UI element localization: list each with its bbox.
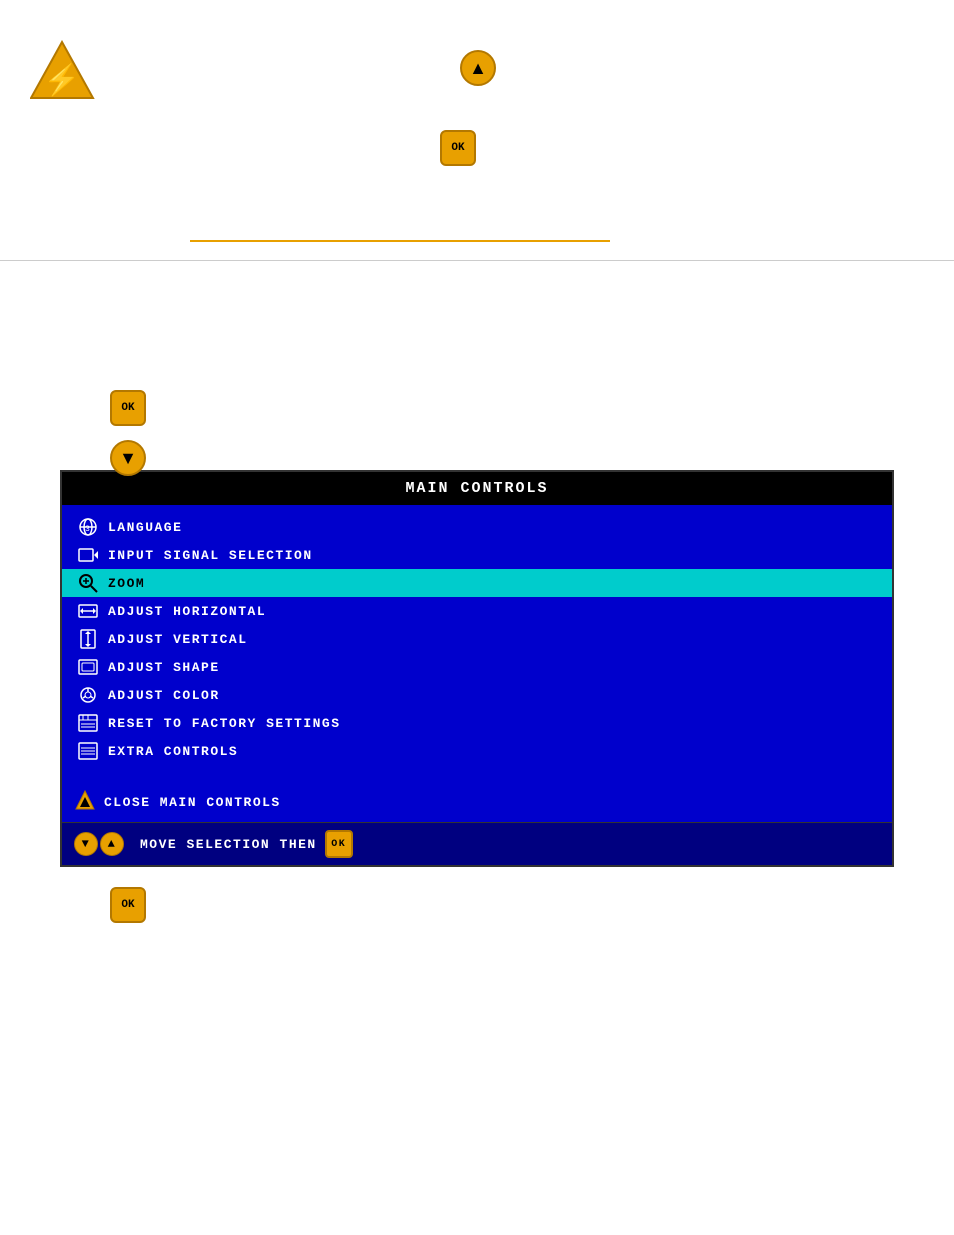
up-arrow-button[interactable]: ▲	[460, 50, 496, 86]
osd-item-language[interactable]: 3 LANGUAGE	[62, 513, 892, 541]
orange-underline	[190, 240, 610, 242]
osd-item-reset-factory[interactable]: RESET TO FACTORY SETTINGS	[62, 709, 892, 737]
osd-item-input-signal[interactable]: INPUT SIGNAL SELECTION	[62, 541, 892, 569]
osd-footer: ▼ ▲ MOVE SELECTION THEN OK	[62, 822, 892, 865]
osd-item-zoom[interactable]: ZOOM	[62, 569, 892, 597]
osd-item-extra-controls[interactable]: EXTRA CONTROLS	[62, 737, 892, 765]
down-arrow-button[interactable]: ▼	[110, 440, 146, 476]
osd-item-adjust-shape[interactable]: ADJUST SHAPE	[62, 653, 892, 681]
osd-items-list: 3 LANGUAGE INPUT SIGNAL SELECTION	[62, 505, 892, 773]
ok-button-bottom[interactable]: OK	[110, 887, 146, 923]
footer-down-arrow: ▼	[74, 832, 98, 856]
footer-arrows: ▼ ▲	[74, 832, 124, 856]
zoom-icon	[74, 573, 102, 593]
osd-menu: MAIN CONTROLS 3 LANGUAGE	[60, 470, 894, 867]
adjust-shape-label: ADJUST SHAPE	[108, 660, 220, 675]
bottom-section: OK	[0, 867, 954, 987]
extra-controls-label: EXTRA CONTROLS	[108, 744, 238, 759]
osd-item-adjust-vertical[interactable]: ADJUST VERTICAL	[62, 625, 892, 653]
osd-title: MAIN CONTROLS	[62, 472, 892, 505]
adjust-horizontal-icon	[74, 601, 102, 621]
reset-factory-icon	[74, 713, 102, 733]
warning-icon: ⚡	[30, 40, 95, 100]
language-label: LANGUAGE	[108, 520, 182, 535]
adjust-vertical-icon	[74, 629, 102, 649]
section-divider	[0, 260, 954, 261]
middle-section: OK ▼	[0, 310, 954, 470]
svg-text:⚡: ⚡	[43, 62, 80, 98]
close-main-icon	[74, 789, 96, 816]
adjust-color-icon	[74, 685, 102, 705]
adjust-vertical-label: ADJUST VERTICAL	[108, 632, 248, 647]
close-main-label: CLOSE MAIN CONTROLS	[104, 795, 281, 810]
adjust-color-label: ADJUST COLOR	[108, 688, 220, 703]
top-section: ⚡ ▲ OK	[0, 0, 954, 310]
osd-spacer	[62, 773, 892, 783]
footer-ok-button[interactable]: OK	[325, 830, 353, 858]
osd-close-row[interactable]: CLOSE MAIN CONTROLS	[62, 783, 892, 822]
osd-item-adjust-color[interactable]: ADJUST COLOR	[62, 681, 892, 709]
svg-text:3: 3	[85, 525, 91, 534]
extra-controls-icon	[74, 741, 102, 761]
input-signal-icon	[74, 545, 102, 565]
adjust-shape-icon	[74, 657, 102, 677]
input-signal-label: INPUT SIGNAL SELECTION	[108, 548, 313, 563]
language-icon: 3	[74, 517, 102, 537]
footer-move-label: MOVE SELECTION THEN	[140, 837, 317, 852]
footer-up-arrow: ▲	[100, 832, 124, 856]
osd-item-adjust-horizontal[interactable]: ADJUST HORIZONTAL	[62, 597, 892, 625]
reset-factory-label: RESET TO FACTORY SETTINGS	[108, 716, 341, 731]
zoom-label: ZOOM	[108, 576, 145, 591]
adjust-horizontal-label: ADJUST HORIZONTAL	[108, 604, 266, 619]
ok-button-middle[interactable]: OK	[110, 390, 146, 426]
ok-button-top[interactable]: OK	[440, 130, 476, 166]
